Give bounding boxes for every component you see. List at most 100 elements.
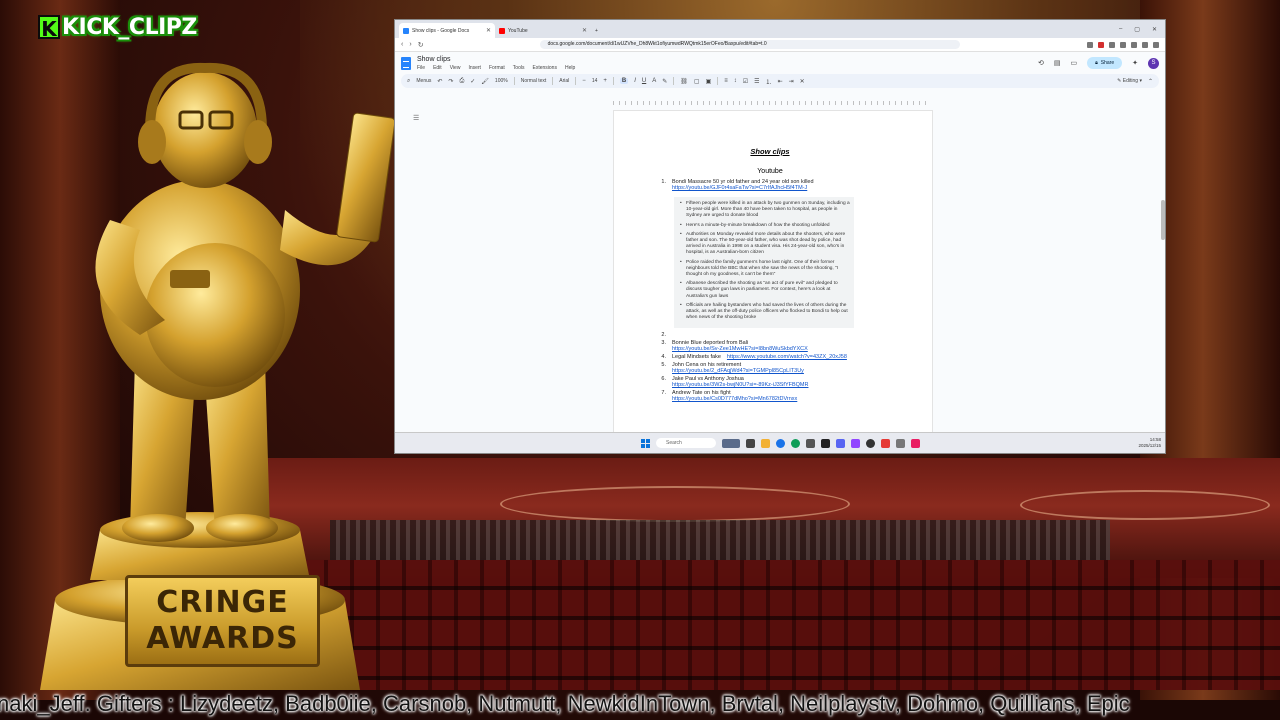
undo-icon[interactable]: ↶ (437, 78, 442, 85)
file-explorer-icon[interactable] (761, 438, 770, 448)
increase-size-icon[interactable]: + (603, 78, 607, 84)
railing (330, 520, 1110, 560)
extension-icon[interactable] (1098, 41, 1104, 48)
stage-ring-center (500, 486, 850, 522)
extension-icon[interactable] (1142, 41, 1148, 48)
item-link[interactable]: https://youtu.be/3W2s-bwjN0U?si=-89Kz-iJ… (672, 382, 932, 388)
obs-icon[interactable] (866, 438, 875, 448)
address-input[interactable]: docs.google.com/document/d/1wUZVhe_Dh8Wk… (539, 40, 960, 49)
zoom-select[interactable]: 100% (495, 78, 508, 84)
link-icon[interactable]: ⛓︎ (680, 78, 688, 85)
item-number: 7. (661, 390, 666, 397)
menu-format[interactable]: Format (489, 65, 505, 71)
twitch-icon[interactable] (851, 438, 860, 448)
menus-button[interactable]: Menus (416, 78, 431, 84)
menu-extensions[interactable]: Extensions (532, 65, 556, 71)
line-spacing-icon[interactable]: ↕ (734, 78, 737, 84)
font-size-input[interactable]: 14 (592, 78, 598, 84)
clear-format-icon[interactable]: ✕ (800, 78, 805, 85)
discord-icon[interactable] (836, 438, 845, 448)
document-title[interactable]: Show clips (417, 56, 575, 63)
app-icon[interactable] (911, 438, 920, 448)
indent-increase-icon[interactable]: ⇥ (789, 78, 794, 85)
collapse-icon[interactable]: ⌃ (1148, 78, 1153, 85)
numbered-list-icon[interactable]: ⒈ (766, 77, 772, 86)
spellcheck-icon[interactable]: ✓ (470, 78, 475, 85)
item-link[interactable]: https://youtu.be/Sv-Zee1MwHE?si=I8bn8WuS… (672, 346, 932, 352)
google-docs-icon[interactable] (401, 56, 411, 70)
font-select[interactable]: Arial (559, 78, 569, 84)
style-select[interactable]: Normal text (521, 78, 547, 84)
app-icon[interactable] (821, 438, 830, 448)
tab-google-docs[interactable]: Show clips - Google Docs ✕ (399, 23, 495, 38)
plaque-line-1: CRINGE (156, 585, 289, 620)
avatar[interactable]: S (1148, 57, 1159, 69)
highlight-icon[interactable]: ✎ (662, 78, 667, 85)
app-icon[interactable] (806, 438, 815, 448)
outline-icon[interactable]: ☰ (413, 114, 419, 122)
indent-decrease-icon[interactable]: ⇤ (778, 78, 783, 85)
item-number: 1. (661, 179, 666, 185)
chrome-icon[interactable] (776, 438, 785, 448)
menu-file[interactable]: File (417, 65, 425, 71)
item-link[interactable]: https://youtu.be/Cs0D777dMho?si=Mn6782tD… (672, 396, 932, 402)
comment-icon[interactable]: ▤ (1054, 59, 1061, 67)
text-color-icon[interactable]: A (652, 78, 656, 84)
editing-mode-select[interactable]: ✎ Editing ▾ (1117, 78, 1142, 84)
search-icon[interactable]: ⌕ (407, 78, 410, 85)
checklist-icon[interactable]: ☑ (743, 78, 748, 85)
menu-icon[interactable] (1153, 41, 1159, 48)
comment-add-icon[interactable]: ▢ (694, 78, 700, 85)
menu-view[interactable]: View (450, 65, 461, 71)
menu-insert[interactable]: Insert (468, 65, 481, 71)
scrollbar[interactable] (1161, 200, 1165, 240)
minimize-icon[interactable]: – (1119, 26, 1122, 33)
gemini-icon[interactable]: ✦ (1132, 59, 1138, 67)
edge-icon[interactable] (791, 438, 800, 448)
decrease-size-icon[interactable]: − (582, 78, 586, 84)
system-clock[interactable]: 14:58 2025/12/15 (1138, 437, 1161, 449)
extension-icon[interactable] (1087, 41, 1093, 48)
extension-icon[interactable] (1131, 41, 1137, 48)
close-window-icon[interactable]: ✕ (1152, 26, 1157, 33)
italic-icon[interactable]: I (634, 78, 636, 84)
item-link[interactable]: https://youtu.be/2_dFAqjWd4?si=TGMPpl85C… (672, 368, 932, 374)
task-view-icon[interactable] (746, 438, 755, 448)
print-icon[interactable]: ⎙ (459, 78, 464, 85)
widgets-icon[interactable] (722, 438, 740, 448)
doc-heading: Show clips (750, 147, 790, 156)
align-icon[interactable]: ≡ (724, 78, 728, 84)
windows-start-icon[interactable] (641, 438, 650, 448)
item-link[interactable]: https://www.youtube.com/watch?v=43ZX_20x… (727, 354, 847, 360)
back-icon[interactable]: ‹ (401, 41, 403, 48)
tab-youtube[interactable]: YouTube ✕ (495, 23, 591, 38)
forward-icon[interactable]: › (409, 41, 411, 48)
extension-icon[interactable] (1109, 41, 1115, 48)
paint-format-icon[interactable]: 🖌︎ (481, 78, 489, 85)
document-page[interactable]: Show clips Youtube 1. Bondi Massacre 50 … (613, 110, 933, 440)
close-icon[interactable]: ✕ (582, 27, 587, 34)
bullet-item: Albanese described the shooting as "an a… (680, 281, 850, 300)
video-call-icon[interactable]: ▭ (1070, 59, 1077, 67)
item-link[interactable]: https://youtu.be/GJF0r4saFaTw?si=C7rIfAJ… (672, 185, 932, 191)
bold-icon[interactable]: B (619, 78, 629, 84)
history-icon[interactable]: ⟲ (1038, 59, 1044, 67)
redo-icon[interactable]: ↷ (448, 78, 453, 85)
bullet-list-icon[interactable]: ☰ (754, 78, 759, 85)
menu-edit[interactable]: Edit (433, 65, 442, 71)
brave-icon[interactable] (881, 438, 890, 448)
maximize-icon[interactable]: ▢ (1134, 26, 1140, 33)
share-button[interactable]: 🔒︎ Share (1087, 57, 1123, 69)
close-icon[interactable]: ✕ (486, 27, 491, 34)
bullet-item: Fifteen people were killed in an attack … (680, 201, 850, 220)
image-icon[interactable]: ▣ (706, 78, 712, 85)
taskbar-search[interactable]: Search (656, 438, 716, 448)
menu-tools[interactable]: Tools (513, 65, 525, 71)
extension-icon[interactable] (1120, 41, 1126, 48)
app-icon[interactable] (896, 438, 905, 448)
underline-icon[interactable]: U (642, 78, 646, 84)
menu-help[interactable]: Help (565, 65, 575, 71)
reload-icon[interactable]: ↻ (418, 41, 424, 49)
new-tab-button[interactable]: + (591, 23, 611, 38)
ruler[interactable] (613, 101, 931, 105)
